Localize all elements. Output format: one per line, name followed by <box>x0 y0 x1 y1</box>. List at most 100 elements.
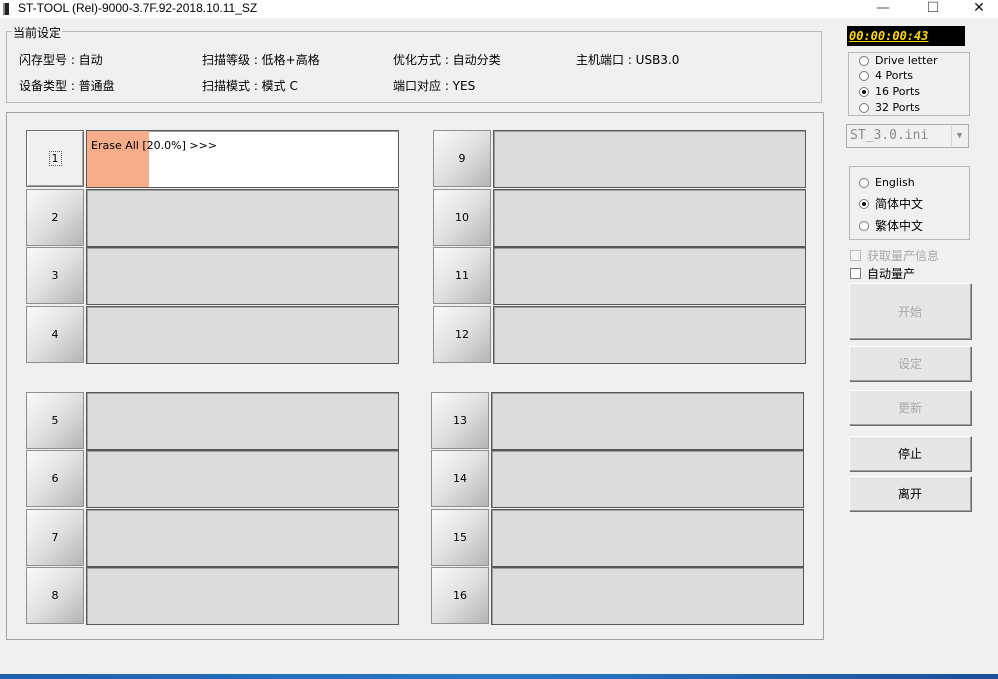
port-button-13[interactable]: 13 <box>431 392 489 449</box>
port-button-3[interactable]: 3 <box>26 247 84 304</box>
radio-icon <box>859 102 869 113</box>
radio-selected-icon <box>859 198 869 209</box>
ini-file-select[interactable]: ST_3.0.ini ▼ <box>846 124 969 148</box>
radio-label: 16 Ports <box>875 85 921 98</box>
port-number: 9 <box>458 152 466 165</box>
radio-traditional-chinese[interactable]: 繁体中文 <box>859 217 923 234</box>
port-status-1: Erase All [20.0%] >>> <box>86 130 399 188</box>
port-number: 8 <box>51 589 59 602</box>
host-port-label: 主机端口 : USB3.0 <box>576 53 680 67</box>
device-type-label: 设备类型 : 普通盘 <box>19 79 115 93</box>
radio-label: 4 Ports <box>875 69 914 82</box>
port-button-9[interactable]: 9 <box>433 130 491 187</box>
get-info-checkbox[interactable]: 获取量产信息 <box>850 247 939 264</box>
app-icon <box>3 3 9 15</box>
radio-label: English <box>875 176 915 189</box>
close-icon[interactable]: ✕ <box>956 0 998 18</box>
start-button[interactable]: 开始 <box>849 283 971 339</box>
port-button-12[interactable]: 12 <box>433 306 491 363</box>
ini-file-value: ST_3.0.ini <box>850 128 929 143</box>
window-title: ST-TOOL (Rel)-9000-3.7F.92-2018.10.11_SZ <box>18 1 258 15</box>
stop-button[interactable]: 停止 <box>849 436 971 471</box>
port-button-16[interactable]: 16 <box>431 567 489 624</box>
port-status-16 <box>491 567 804 625</box>
port-status-7 <box>86 509 399 567</box>
settings-button-label: 设定 <box>897 357 922 371</box>
port-status-10 <box>493 189 806 247</box>
port-number: 12 <box>455 328 469 341</box>
port-button-5[interactable]: 5 <box>26 392 84 449</box>
auto-produce-checkbox[interactable]: 自动量产 <box>850 265 915 282</box>
port-number: 14 <box>453 472 467 485</box>
radio-icon <box>859 177 869 188</box>
port-number: 13 <box>453 414 467 427</box>
port-number: 7 <box>51 531 59 544</box>
radio-english[interactable]: English <box>859 176 915 189</box>
port-number: 3 <box>51 269 59 282</box>
port-status-6 <box>86 450 399 508</box>
port-button-15[interactable]: 15 <box>431 509 489 566</box>
update-button[interactable]: 更新 <box>849 390 971 425</box>
port-number: 15 <box>453 531 467 544</box>
port-button-10[interactable]: 10 <box>433 189 491 246</box>
scan-level-label: 扫描等级 : 低格+高格 <box>202 53 320 67</box>
radio-label: 32 Ports <box>875 101 921 114</box>
checkbox-label: 自动量产 <box>867 267 916 281</box>
port-number: 2 <box>51 211 59 224</box>
exit-button-label: 离开 <box>897 487 922 501</box>
radio-icon <box>859 220 869 231</box>
port-button-6[interactable]: 6 <box>26 450 84 507</box>
port-status-3 <box>86 247 399 305</box>
port-status-text: Erase All [20.0%] >>> <box>91 139 218 152</box>
radio-4-ports[interactable]: 4 Ports <box>859 69 913 82</box>
port-number: 1 <box>48 151 62 166</box>
radio-label: Drive letter <box>875 54 938 67</box>
port-button-4[interactable]: 4 <box>26 306 84 363</box>
port-number: 6 <box>51 472 59 485</box>
radio-icon <box>859 55 869 66</box>
maximize-icon[interactable]: ☐ <box>910 0 956 18</box>
port-status-13 <box>491 392 804 450</box>
port-status-14 <box>491 450 804 508</box>
taskbar-strip <box>0 674 998 679</box>
port-button-14[interactable]: 14 <box>431 450 489 507</box>
radio-drive-letter[interactable]: Drive letter <box>859 54 938 67</box>
port-button-1[interactable]: 1 <box>26 130 84 187</box>
port-button-11[interactable]: 11 <box>433 247 491 304</box>
optimize-label: 优化方式 : 自动分类 <box>393 53 501 67</box>
port-status-12 <box>493 306 806 364</box>
start-button-label: 开始 <box>897 304 922 319</box>
flash-model-label: 闪存型号 : 自动 <box>19 53 103 67</box>
port-button-8[interactable]: 8 <box>26 567 84 624</box>
checkbox-label: 获取量产信息 <box>867 249 940 263</box>
radio-label: 简体中文 <box>875 197 924 211</box>
port-number: 16 <box>453 589 467 602</box>
port-number: 11 <box>455 269 469 282</box>
current-settings-legend: 当前设定 <box>12 24 63 41</box>
port-button-7[interactable]: 7 <box>26 509 84 566</box>
port-status-8 <box>86 567 399 625</box>
radio-simplified-chinese[interactable]: 简体中文 <box>859 195 923 212</box>
radio-32-ports[interactable]: 32 Ports <box>859 101 920 114</box>
settings-button[interactable]: 设定 <box>849 346 971 381</box>
port-status-4 <box>86 306 399 364</box>
port-status-2 <box>86 189 399 247</box>
checkbox-icon <box>850 250 861 261</box>
minimize-icon[interactable]: — <box>860 0 906 18</box>
exit-button[interactable]: 离开 <box>849 476 971 511</box>
stop-button-label: 停止 <box>897 447 922 461</box>
port-number: 10 <box>455 211 469 224</box>
port-status-15 <box>491 509 804 567</box>
chevron-down-icon[interactable]: ▼ <box>951 126 967 146</box>
radio-label: 繁体中文 <box>875 219 924 233</box>
port-status-5 <box>86 392 399 450</box>
port-number: 4 <box>51 328 59 341</box>
port-button-2[interactable]: 2 <box>26 189 84 246</box>
radio-selected-icon <box>859 86 869 97</box>
radio-icon <box>859 70 869 81</box>
port-status-11 <box>493 247 806 305</box>
checkbox-icon <box>850 268 861 279</box>
radio-16-ports[interactable]: 16 Ports <box>859 85 920 98</box>
update-button-label: 更新 <box>897 401 922 415</box>
scan-mode-label: 扫描模式 : 模式 C <box>202 79 298 93</box>
